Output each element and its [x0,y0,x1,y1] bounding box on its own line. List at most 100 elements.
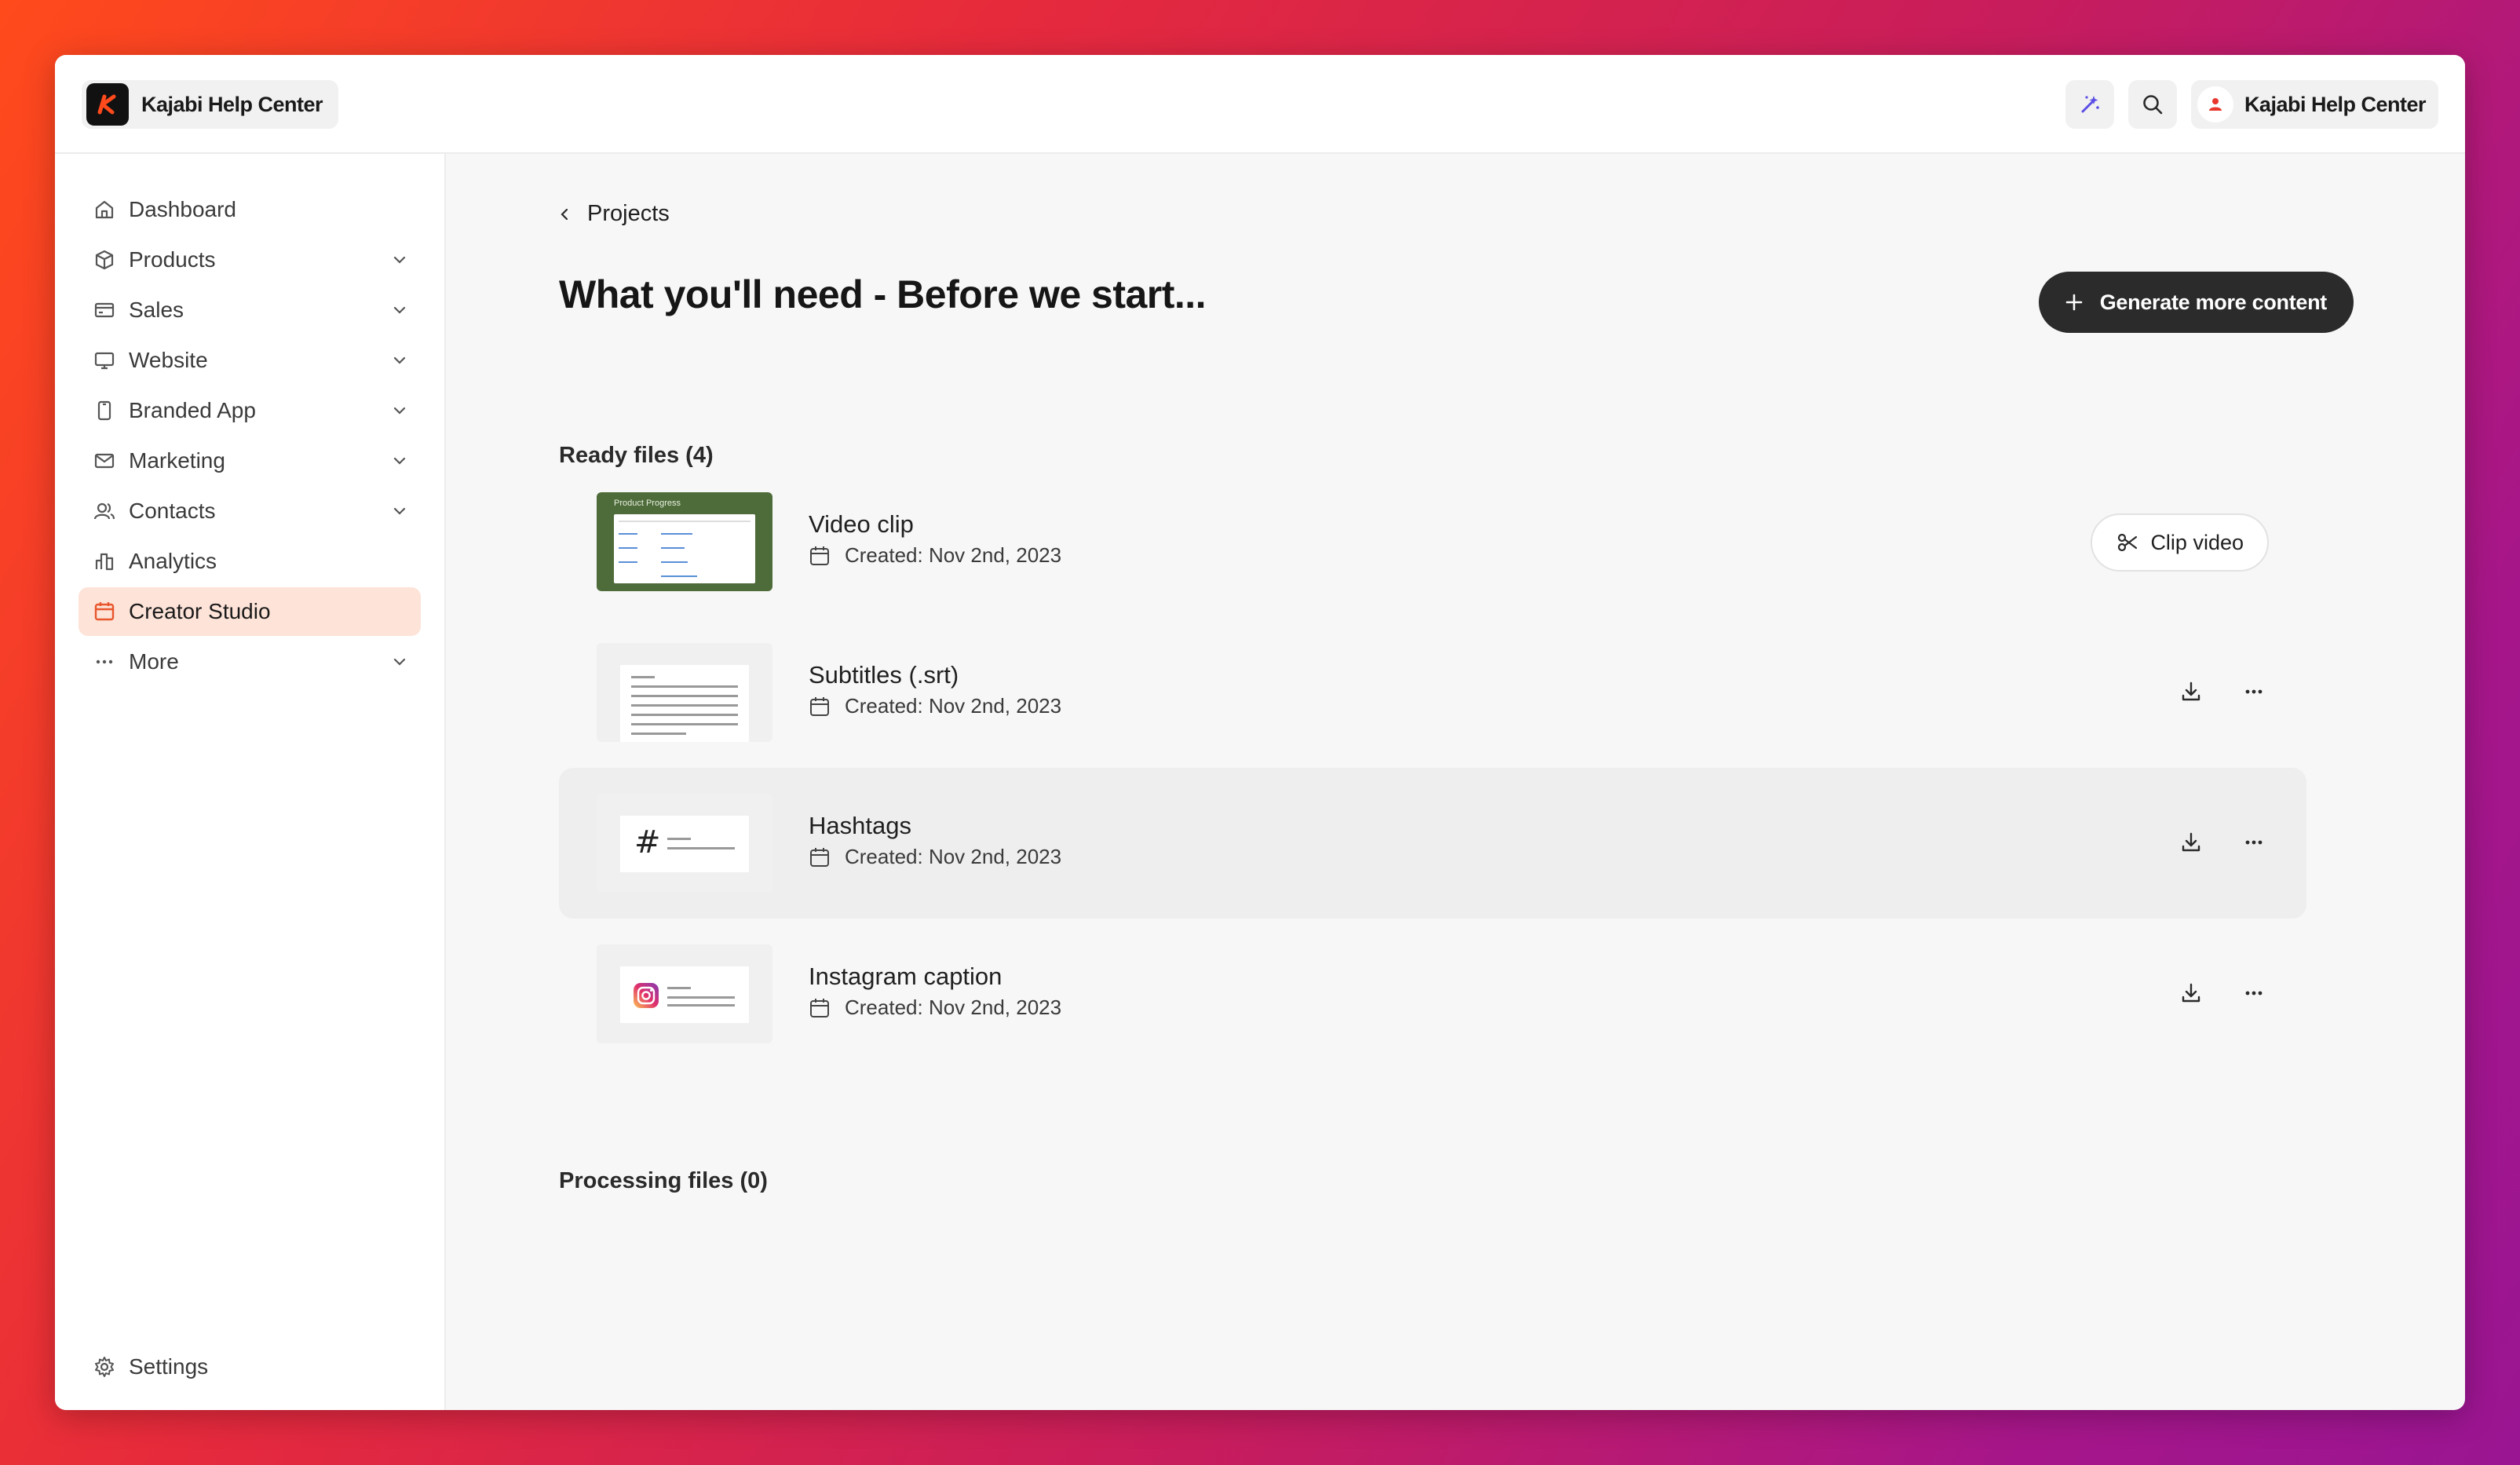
sidebar-item-label: More [129,649,179,674]
created-date: Created: Nov 2nd, 2023 [845,996,1062,1019]
calendar-icon [810,998,829,1017]
gear-icon [91,1354,118,1380]
download-button[interactable] [2173,975,2209,1011]
ready-files-heading: Ready files (4) [559,443,714,468]
search-icon [2143,95,2163,115]
top-bar: Kajabi Help Center Kajabi Help Center [55,55,2465,154]
hashtag-symbol: # [634,824,661,860]
more-horizontal-icon [2245,991,2263,996]
file-name: Video clip [809,510,914,538]
dots-icon [91,648,118,675]
ready-files-list: Product Progress Video clip Created: Nov… [559,466,2306,1069]
users-icon [91,498,118,524]
breadcrumb-projects: Projects [587,201,670,226]
more-options-button[interactable] [2236,824,2272,860]
sidebar-item-contacts[interactable]: Contacts [79,487,421,535]
sidebar-item-products[interactable]: Products [79,236,421,284]
chevron-down-icon[interactable] [388,499,411,523]
sidebar-item-branded-app[interactable]: Branded App [79,386,421,435]
sidebar-item-label: Dashboard [129,197,236,221]
user-icon [2208,98,2222,111]
sidebar-item-settings[interactable]: Settings [79,1343,421,1391]
page-title: What you'll need - Before we start... [559,272,1207,316]
hashtags-thumbnail: # [597,794,772,893]
sidebar-item-marketing[interactable]: Marketing [79,437,421,485]
created-date: Created: Nov 2nd, 2023 [845,694,1062,718]
subtitles-thumbnail [597,643,772,742]
created-date: Created: Nov 2nd, 2023 [845,845,1062,868]
sidebar-item-website[interactable]: Website [79,336,421,385]
download-button[interactable] [2173,824,2209,860]
brand-name: Kajabi Help Center [141,92,323,116]
sidebar-item-label: Marketing [129,448,225,473]
monitor-icon [91,347,118,374]
chevron-down-icon[interactable] [388,449,411,473]
more-options-button[interactable] [2236,975,2272,1011]
box-icon [91,247,118,273]
file-created: Created: Nov 2nd, 2023 [809,694,1061,718]
sidebar-item-label: Sales [129,298,184,322]
plus-icon [2065,294,2083,311]
mail-icon [91,448,118,474]
clip-video-button[interactable]: Clip video [2091,513,2269,572]
user-menu-button[interactable]: Kajabi Help Center [2190,80,2438,129]
sidebar-item-label: Analytics [129,549,217,573]
download-button[interactable] [2173,674,2209,710]
sidebar-item-sales[interactable]: Sales [79,286,421,334]
sidebar-item-creator-studio[interactable]: Creator Studio [79,587,421,636]
file-created: Created: Nov 2nd, 2023 [809,996,1061,1020]
chevron-down-icon[interactable] [388,248,411,272]
sidebar-item-label: Creator Studio [129,599,271,623]
file-name: Hashtags [809,812,911,839]
file-name: Instagram caption [809,963,1003,990]
avatar [2197,86,2233,122]
processing-files-heading: Processing files (0) [559,1168,768,1193]
app-window: Kajabi Help Center Kajabi Help Center Da… [55,55,2465,1410]
kajabi-logo-icon [86,83,129,126]
phone-icon [91,397,118,424]
sidebar-item-analytics[interactable]: Analytics [79,537,421,586]
calendar-icon [91,598,118,625]
file-row-video-clip[interactable]: Product Progress Video clip Created: Nov… [559,466,2306,617]
sidebar-item-more[interactable]: More [79,638,421,686]
bar-chart-icon [91,548,118,575]
thumbnail-title: Product Progress [614,499,681,508]
calendar-icon [810,696,829,716]
sidebar-item-dashboard[interactable]: Dashboard [79,185,421,234]
sidebar-item-label: Products [129,247,216,272]
scissors-icon [2118,533,2138,552]
breadcrumb[interactable]: Projects [557,201,670,227]
settings-label: Settings [129,1354,209,1379]
home-icon [91,196,118,223]
more-horizontal-icon [2245,840,2263,845]
more-horizontal-icon [2245,689,2263,694]
sidebar-item-label: Contacts [129,499,216,523]
chevron-left-icon [561,208,568,220]
chevron-down-icon[interactable] [388,349,411,372]
download-icon [2182,832,2200,852]
clip-video-label: Clip video [2150,530,2244,554]
chevron-down-icon[interactable] [388,650,411,674]
brand-switcher[interactable]: Kajabi Help Center [82,80,339,129]
magic-wand-button[interactable] [2065,80,2114,129]
instagram-thumbnail [597,944,772,1043]
magic-wand-icon [2081,96,2099,113]
file-created: Created: Nov 2nd, 2023 [809,845,1061,869]
video-thumbnail: Product Progress [597,492,772,591]
file-name: Subtitles (.srt) [809,661,959,689]
generate-more-content-button[interactable]: Generate more content [2038,272,2354,333]
file-row-instagram-caption[interactable]: Instagram caption Created: Nov 2nd, 2023 [559,919,2306,1069]
search-button[interactable] [2127,80,2177,129]
calendar-icon [810,546,829,565]
file-row-subtitles[interactable]: Subtitles (.srt) Created: Nov 2nd, 2023 [559,617,2306,768]
calendar-icon [810,847,829,867]
file-created: Created: Nov 2nd, 2023 [809,543,1061,568]
more-options-button[interactable] [2236,674,2272,710]
file-row-hashtags[interactable]: # Hashtags Created: Nov 2nd, 2023 [559,768,2306,919]
instagram-icon [634,983,659,1008]
credit-card-icon [91,297,118,323]
chevron-down-icon[interactable] [388,298,411,322]
sidebar-nav: Dashboard Products Sales Website Branded… [79,185,421,688]
chevron-down-icon[interactable] [388,399,411,422]
main-content: Projects What you'll need - Before we st… [447,154,2465,1410]
